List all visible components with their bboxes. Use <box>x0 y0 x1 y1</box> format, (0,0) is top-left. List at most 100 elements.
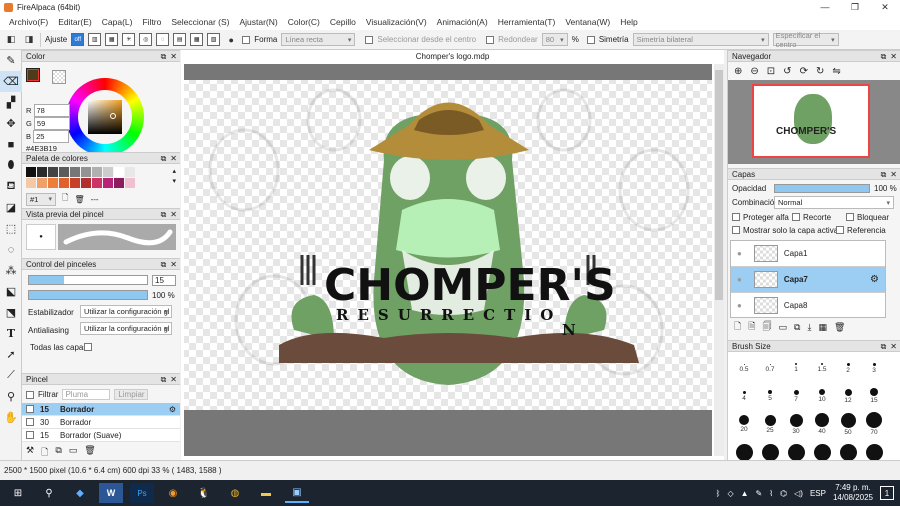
operation-tool-icon[interactable]: ➚ <box>0 344 22 365</box>
snap-ellipse-icon[interactable]: ◎ <box>139 33 153 46</box>
close-panel-icon[interactable]: ✕ <box>890 170 897 180</box>
canvas-vertical-scrollbar[interactable] <box>714 64 724 456</box>
float-icon[interactable]: ⧉ <box>161 52 167 62</box>
float-icon[interactable]: ⧉ <box>161 375 167 385</box>
close-panel-icon[interactable]: ✕ <box>890 342 897 352</box>
close-panel-icon[interactable]: ✕ <box>170 52 177 62</box>
snap-vanishing-icon[interactable]: ✳ <box>122 33 136 46</box>
protect-alpha-checkbox[interactable] <box>732 213 740 221</box>
lock-checkbox[interactable] <box>846 213 854 221</box>
saturation-box[interactable] <box>88 100 122 134</box>
brush-size-option[interactable]: 15 <box>861 382 887 410</box>
palette-swatch[interactable] <box>59 178 69 188</box>
drawing-canvas[interactable]: CHOMPER'S RESURRECTIO N <box>184 80 712 410</box>
foreground-color-swatch[interactable] <box>26 68 40 82</box>
fit-icon[interactable]: ⊡ <box>767 66 775 77</box>
merge-down-icon[interactable]: ⤓ <box>807 322 811 333</box>
layer-visibility-icon[interactable]: ● <box>737 301 742 310</box>
brush-size-option[interactable]: 1 <box>783 354 809 382</box>
gear-icon[interactable]: ⚙ <box>870 274 879 285</box>
brush-size-field[interactable]: 15 <box>152 275 176 286</box>
brush-size-option[interactable]: 40 <box>809 410 835 438</box>
dot-tool-icon[interactable]: ▞ <box>0 92 22 113</box>
word-app-icon[interactable]: W <box>99 483 123 503</box>
menu-animacion[interactable]: Animación(A) <box>432 17 493 27</box>
palette-swatch[interactable] <box>125 178 135 188</box>
brush-list-item[interactable]: 30 Borrador <box>22 416 180 429</box>
palette-swatch[interactable] <box>125 167 135 177</box>
palette-swatch[interactable] <box>37 178 47 188</box>
float-icon[interactable]: ⧉ <box>161 154 167 164</box>
brush-size-option[interactable]: 3 <box>861 354 887 382</box>
snap-off-button[interactable]: off <box>71 33 85 46</box>
brush-size-option[interactable]: 2 <box>835 354 861 382</box>
filter-input[interactable]: Pluma <box>62 389 111 400</box>
select-pen-tool-icon[interactable]: ⬕ <box>0 281 22 302</box>
red-value-field[interactable]: 78 <box>33 104 70 117</box>
select-center-checkbox[interactable] <box>365 35 374 44</box>
menu-editar[interactable]: Editar(E) <box>53 17 97 27</box>
green-value-field[interactable]: 59 <box>33 117 70 130</box>
palette-swatch[interactable] <box>114 178 124 188</box>
brush-size-option[interactable]: 25 <box>757 410 783 438</box>
reset-rotation-icon[interactable]: ⟳ <box>800 66 808 77</box>
palette-swatch[interactable] <box>114 167 124 177</box>
magic-wand-tool-icon[interactable]: ⁂ <box>0 260 22 281</box>
symmetry-checkbox[interactable] <box>586 35 595 44</box>
dropbox-icon[interactable]: ◇ <box>727 489 733 498</box>
snap-dot-icon[interactable]: ● <box>224 33 238 47</box>
brush-size-option[interactable]: 0.7 <box>757 354 783 382</box>
brush-item-checkbox[interactable] <box>26 431 34 439</box>
close-panel-icon[interactable]: ✕ <box>170 375 177 385</box>
palette-swatch[interactable] <box>70 167 80 177</box>
brush-list-item[interactable]: 15 Borrador ⚙ <box>22 403 180 416</box>
brush-size-option[interactable]: 30 <box>783 410 809 438</box>
brush-opacity-slider[interactable] <box>28 290 148 300</box>
brush-size-option[interactable]: 12 <box>835 382 861 410</box>
brush-size-option[interactable]: 70 <box>861 410 887 438</box>
brush-size-option[interactable]: 0.5 <box>731 354 757 382</box>
photoshop-app-icon[interactable]: Ps <box>130 483 154 503</box>
menu-filtro[interactable]: Filtro <box>137 17 166 27</box>
palette-swatch[interactable] <box>26 167 36 177</box>
round-value-select[interactable]: 80 <box>541 33 568 46</box>
color-wheel[interactable] <box>66 78 144 156</box>
text-tool-icon[interactable]: T <box>0 323 22 344</box>
brush-list-item[interactable]: 15 Borrador (Suave) <box>22 429 180 442</box>
blue-value-field[interactable]: 25 <box>33 130 70 143</box>
gradient-tool-icon[interactable]: ◪ <box>0 197 22 218</box>
palette-swatch[interactable] <box>81 178 91 188</box>
float-icon[interactable]: ⧉ <box>161 260 167 270</box>
brush-size-option[interactable]: 4 <box>731 382 757 410</box>
palette-swatch[interactable] <box>103 167 113 177</box>
palette-swatch[interactable] <box>26 178 36 188</box>
rect-tool-icon[interactable]: ■ <box>0 134 22 155</box>
brush-size-option[interactable]: 5 <box>757 382 783 410</box>
antialias-select[interactable]: Utilizar la configuración gl <box>80 322 172 335</box>
brush-tool-icon[interactable]: ✎ <box>0 50 22 71</box>
float-icon[interactable]: ⧉ <box>881 52 887 62</box>
palette-swatch[interactable] <box>59 167 69 177</box>
float-icon[interactable]: ⧉ <box>881 342 887 352</box>
palette-swatch[interactable] <box>48 167 58 177</box>
brush-size-option[interactable]: 20 <box>731 410 757 438</box>
restore-icon[interactable]: ❐ <box>840 0 870 14</box>
minimize-icon[interactable]: — <box>810 0 840 14</box>
volume-icon[interactable]: ◁) <box>794 489 803 498</box>
stabilizer-select[interactable]: Utilizar la configuración gl <box>80 305 172 318</box>
cortana-app-icon[interactable]: ◆ <box>68 483 92 503</box>
delete-layer-icon[interactable]: 🗑 <box>834 322 845 333</box>
new-folder-icon[interactable]: ▭ <box>779 322 788 333</box>
brush-size-option[interactable]: 50 <box>835 410 861 438</box>
symmetry-select[interactable]: Simetría bilateral <box>632 33 769 46</box>
rotate-right-icon[interactable]: ↻ <box>816 66 824 77</box>
app-tray-icon[interactable]: ▲ <box>741 489 749 498</box>
delete-brush-icon[interactable]: 🗑 <box>84 445 95 461</box>
palette-swatch[interactable] <box>92 178 102 188</box>
menu-capa[interactable]: Capa(L) <box>97 17 138 27</box>
delete-palette-icon[interactable]: 🗑 <box>74 195 84 204</box>
panel-toggle-left-icon[interactable]: ◧ <box>4 33 18 47</box>
zoom-in-icon[interactable]: ⊕ <box>734 66 742 77</box>
wifi-icon[interactable]: ⌬ <box>780 489 787 498</box>
layer-visibility-icon[interactable]: ● <box>737 249 742 258</box>
